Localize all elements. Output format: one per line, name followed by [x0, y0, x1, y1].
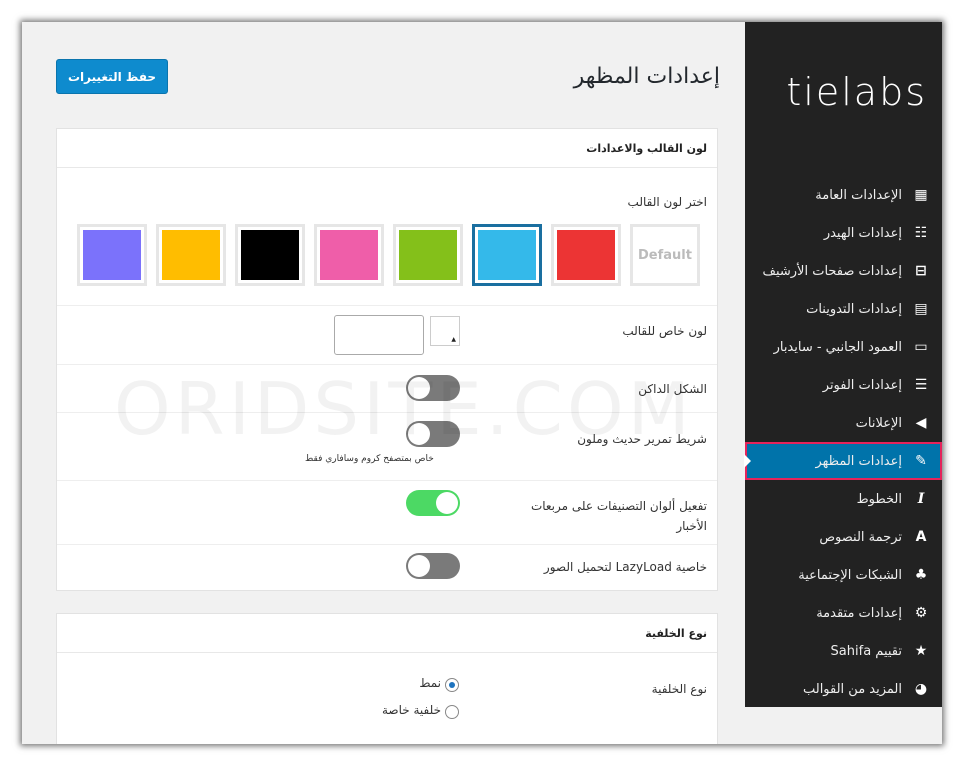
sidebar-item-label: المزيد من القوالب	[802, 681, 902, 697]
sidebar-item-label: إعدادات الفوتر	[822, 377, 902, 393]
sidebar-item-appearance[interactable]: ✎ إعدادات المظهر	[744, 442, 942, 480]
layout-icon: ▦	[914, 187, 928, 203]
sidebar-item-more-themes[interactable]: ◕ المزيد من القوالب	[745, 670, 942, 708]
sidebar-item-label: الإعلانات	[855, 415, 902, 431]
swatch-red[interactable]	[551, 224, 621, 286]
radio-pattern[interactable]	[445, 678, 459, 692]
color-picker-button[interactable]: ▲	[430, 316, 460, 346]
swatch-green-fill	[399, 230, 457, 280]
sidebar-item-label: الشبكات الإجتماعية	[798, 567, 902, 583]
sitemap-icon: ♣	[914, 567, 928, 583]
swatch-pink[interactable]	[314, 224, 384, 286]
swatch-skyblue-fill	[478, 230, 536, 280]
save-changes-button[interactable]: حفظ التغييرات	[56, 59, 168, 94]
settings-menu: ▦ الإعدادات العامة ☷ إعدادات الهيدر ⊟ إعداد…	[744, 176, 942, 708]
sidebar-item-label: العمود الجانبي - سايدبار	[773, 339, 902, 355]
custom-color-label: لون خاص للقالب	[622, 324, 707, 338]
swatch-purple-fill	[83, 230, 141, 280]
scrollbar-row: شريط تمرير حديث وملون خاص بمتصفح كروم وس…	[57, 412, 717, 481]
sidebar-item-label: إعدادات الهيدر	[823, 225, 902, 241]
lazyload-label: خاصية LazyLoad لتحميل الصور	[543, 560, 707, 574]
page-title: إعدادات المظهر	[573, 64, 720, 89]
panel-heading: نوع الخلفية	[57, 614, 717, 653]
radio-custom-background[interactable]	[445, 705, 459, 719]
background-type-panel: نوع الخلفية نوع الخلفية نمط خلفية خاصة	[56, 613, 718, 744]
sidebar-icon: ▭	[914, 339, 928, 355]
swatch-pink-fill	[320, 230, 378, 280]
sidebar-item-advanced[interactable]: ⚙ إعدادات متقدمة	[745, 594, 942, 632]
dark-skin-toggle[interactable]	[406, 375, 460, 401]
app-window: حفظ التغييرات إعدادات المظهر لون القالب …	[22, 22, 942, 744]
picker-arrow-icon: ▲	[451, 336, 456, 343]
swatch-skyblue[interactable]	[472, 224, 542, 286]
sidebar-bottom-fade	[742, 707, 942, 744]
radio-pattern-label: نمط	[419, 676, 441, 690]
scrollbar-note: خاص بمتصفح كروم وسافاري فقط	[305, 454, 434, 464]
document-icon: ▤	[914, 301, 928, 317]
lazyload-row: خاصية LazyLoad لتحميل الصور	[57, 544, 717, 590]
swatch-default[interactable]: Default	[630, 224, 700, 286]
swatch-yellow[interactable]	[156, 224, 226, 286]
scrollbar-label: شريط تمرير حديث وملون	[577, 432, 707, 446]
category-colors-toggle[interactable]	[406, 490, 460, 516]
brush-icon: ✎	[915, 453, 927, 469]
toggle-knob	[408, 423, 430, 445]
wrench-icon: ⚙	[914, 605, 928, 621]
toggle-knob	[408, 555, 430, 577]
sidebar-item-label: الإعدادات العامة	[815, 187, 902, 203]
footer-icon: ☰	[914, 377, 928, 393]
sidebar-item-fonts[interactable]: I الخطوط	[745, 480, 942, 518]
sidebar-item-label: إعدادات صفحات الأرشيف	[762, 263, 903, 279]
header-grid-icon: ☷	[914, 225, 928, 241]
sidebar-item-social[interactable]: ♣ الشبكات الإجتماعية	[745, 556, 942, 594]
main-content: حفظ التغييرات إعدادات المظهر لون القالب …	[32, 36, 732, 744]
sidebar-item-label: إعدادات المظهر	[815, 453, 903, 469]
letter-a-icon: A	[915, 529, 927, 545]
sidebar-item-footer[interactable]: ☰ إعدادات الفوتر	[745, 366, 942, 404]
sidebar-item-label: الخطوط	[856, 491, 902, 507]
toggle-knob	[408, 377, 430, 399]
radio-custom-background-label: خلفية خاصة	[381, 703, 441, 717]
panel-heading: لون القالب والاعدادات	[57, 129, 717, 168]
sidebar-item-general[interactable]: ▦ الإعدادات العامة	[745, 176, 942, 214]
default-label: Default	[638, 247, 692, 263]
settings-sidebar: tielabs ▦ الإعدادات العامة ☷ إعدادات الهيد…	[744, 22, 942, 744]
toggle-knob	[436, 492, 458, 514]
sidebar-item-label: تقييم Sahifa	[830, 643, 902, 659]
category-colors-row: تفعيل ألوان التصنيفات على مربعات الأخبار	[57, 480, 717, 545]
swatch-red-fill	[557, 230, 615, 280]
custom-color-row: لون خاص للقالب ▲	[57, 304, 717, 365]
category-colors-label: تفعيل ألوان التصنيفات على مربعات الأخبار	[530, 499, 707, 533]
sidebar-item-header[interactable]: ☷ إعدادات الهيدر	[745, 214, 942, 252]
italic-icon: I	[917, 491, 925, 507]
sidebar-item-rate[interactable]: ★ تقييم Sahifa	[745, 632, 942, 670]
sidebar-item-label: إعدادات متقدمة	[816, 605, 902, 621]
pie-icon: ◕	[914, 681, 928, 697]
star-icon: ★	[914, 643, 928, 659]
swatch-purple[interactable]	[77, 224, 147, 286]
bg-type-label: نوع الخلفية	[651, 682, 707, 696]
tielabs-logo: tielabs	[786, 70, 927, 114]
custom-color-input[interactable]	[334, 315, 424, 355]
sidebar-item-posts[interactable]: ▤ إعدادات التدوينات	[745, 290, 942, 328]
swatch-black-fill	[241, 230, 299, 280]
sidebar-item-archives[interactable]: ⊟ إعدادات صفحات الأرشيف	[745, 252, 942, 290]
swatch-black[interactable]	[235, 224, 305, 286]
sidebar-item-label: إعدادات التدوينات	[806, 301, 902, 317]
swatch-yellow-fill	[162, 230, 220, 280]
sidebar-item-sidebar[interactable]: ▭ العمود الجانبي - سايدبار	[745, 328, 942, 366]
dark-skin-label: الشكل الداكن	[638, 382, 707, 396]
sidebar-item-ads[interactable]: ◀ الإعلانات	[745, 404, 942, 442]
sidebar-item-translations[interactable]: A ترجمة النصوص	[745, 518, 942, 556]
choose-color-label: اختر لون القالب	[627, 195, 707, 209]
archive-icon: ⊟	[915, 263, 927, 279]
scrollbar-toggle[interactable]	[406, 421, 460, 447]
lazyload-toggle[interactable]	[406, 553, 460, 579]
swatch-green[interactable]	[393, 224, 463, 286]
dark-skin-row: الشكل الداكن	[57, 364, 717, 413]
megaphone-icon: ◀	[915, 415, 927, 431]
sidebar-item-label: ترجمة النصوص	[819, 529, 902, 545]
